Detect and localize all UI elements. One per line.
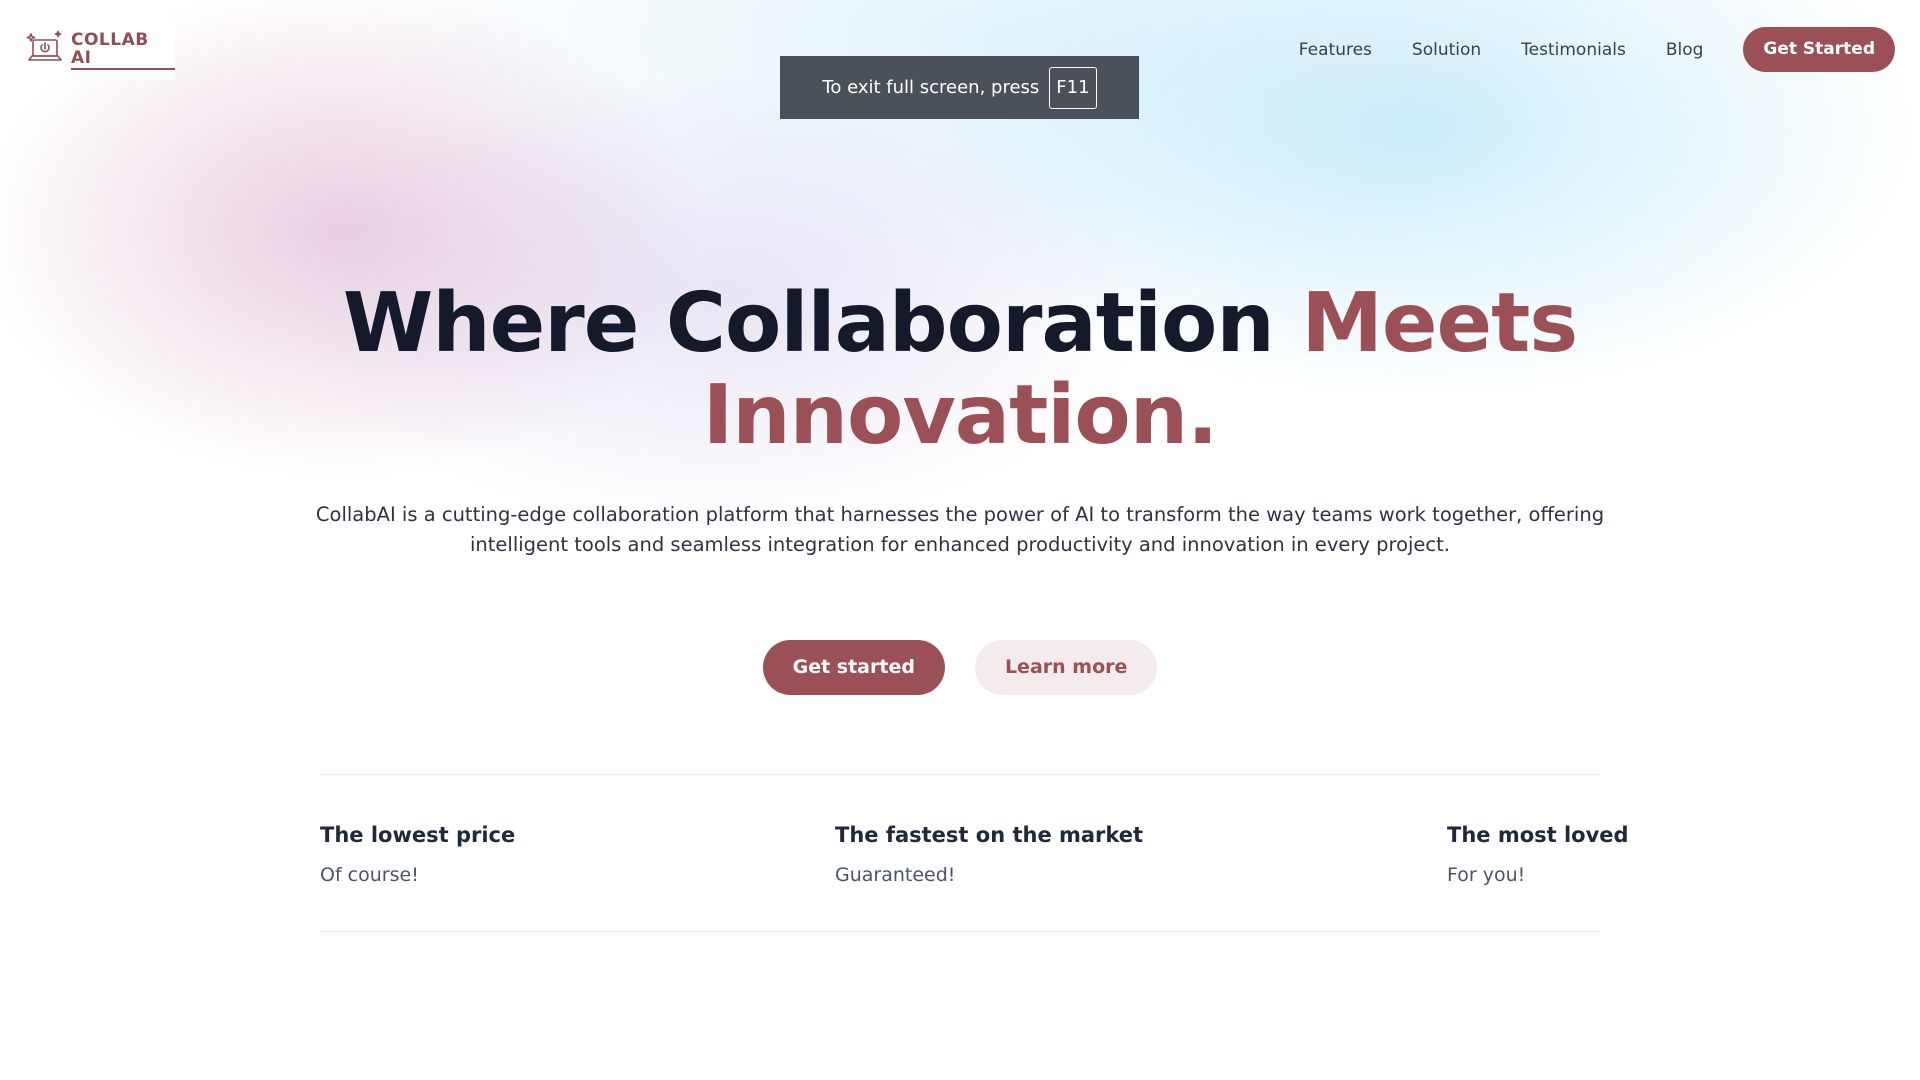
features-divider-top: [320, 774, 1600, 775]
fullscreen-exit-notice: To exit full screen, press F11: [780, 56, 1139, 119]
f11-key-badge: F11: [1049, 66, 1097, 109]
feature-fastest: The fastest on the market Guaranteed!: [835, 820, 1143, 888]
hero-title-accent-innovation: Innovation.: [702, 368, 1219, 463]
feature-most-loved: The most loved For you!: [1447, 820, 1629, 888]
header-get-started-button[interactable]: Get Started: [1743, 27, 1895, 72]
features-divider-bottom: [320, 931, 1600, 932]
logo[interactable]: COLLAB AI: [25, 20, 175, 80]
hero-cta-row: Get started Learn more: [0, 640, 1920, 695]
feature-title: The fastest on the market: [835, 823, 1144, 847]
nav-link-solution[interactable]: Solution: [1412, 40, 1481, 60]
feature-lowest-price: The lowest price Of course!: [320, 820, 515, 888]
logo-text: COLLAB AI: [71, 31, 175, 70]
feature-title: The most loved: [1447, 823, 1629, 847]
feature-description: Of course!: [320, 864, 419, 886]
hero-title-accent-meets: Meets: [1301, 276, 1578, 371]
laptop-sparkle-icon: [25, 30, 65, 70]
fullscreen-notice-text: To exit full screen, press: [822, 77, 1040, 98]
nav-link-features[interactable]: Features: [1299, 40, 1372, 60]
hero-title: Where Collaboration Meets Innovation.: [0, 278, 1920, 462]
hero-subtitle: CollabAI is a cutting-edge collaboration…: [315, 503, 1605, 556]
main-nav: Features Solution Testimonials Blog Get …: [1299, 27, 1895, 72]
hero-title-main: Where Collaboration: [342, 276, 1275, 371]
feature-description: Guaranteed!: [835, 864, 956, 886]
feature-title: The lowest price: [320, 823, 516, 847]
feature-description: For you!: [1447, 864, 1526, 886]
get-started-button[interactable]: Get started: [762, 640, 945, 695]
learn-more-button[interactable]: Learn more: [974, 640, 1158, 695]
nav-link-blog[interactable]: Blog: [1666, 40, 1704, 60]
landing-page: COLLAB AI Features Solution Testimonials…: [0, 0, 1920, 1080]
nav-link-testimonials[interactable]: Testimonials: [1521, 40, 1626, 60]
